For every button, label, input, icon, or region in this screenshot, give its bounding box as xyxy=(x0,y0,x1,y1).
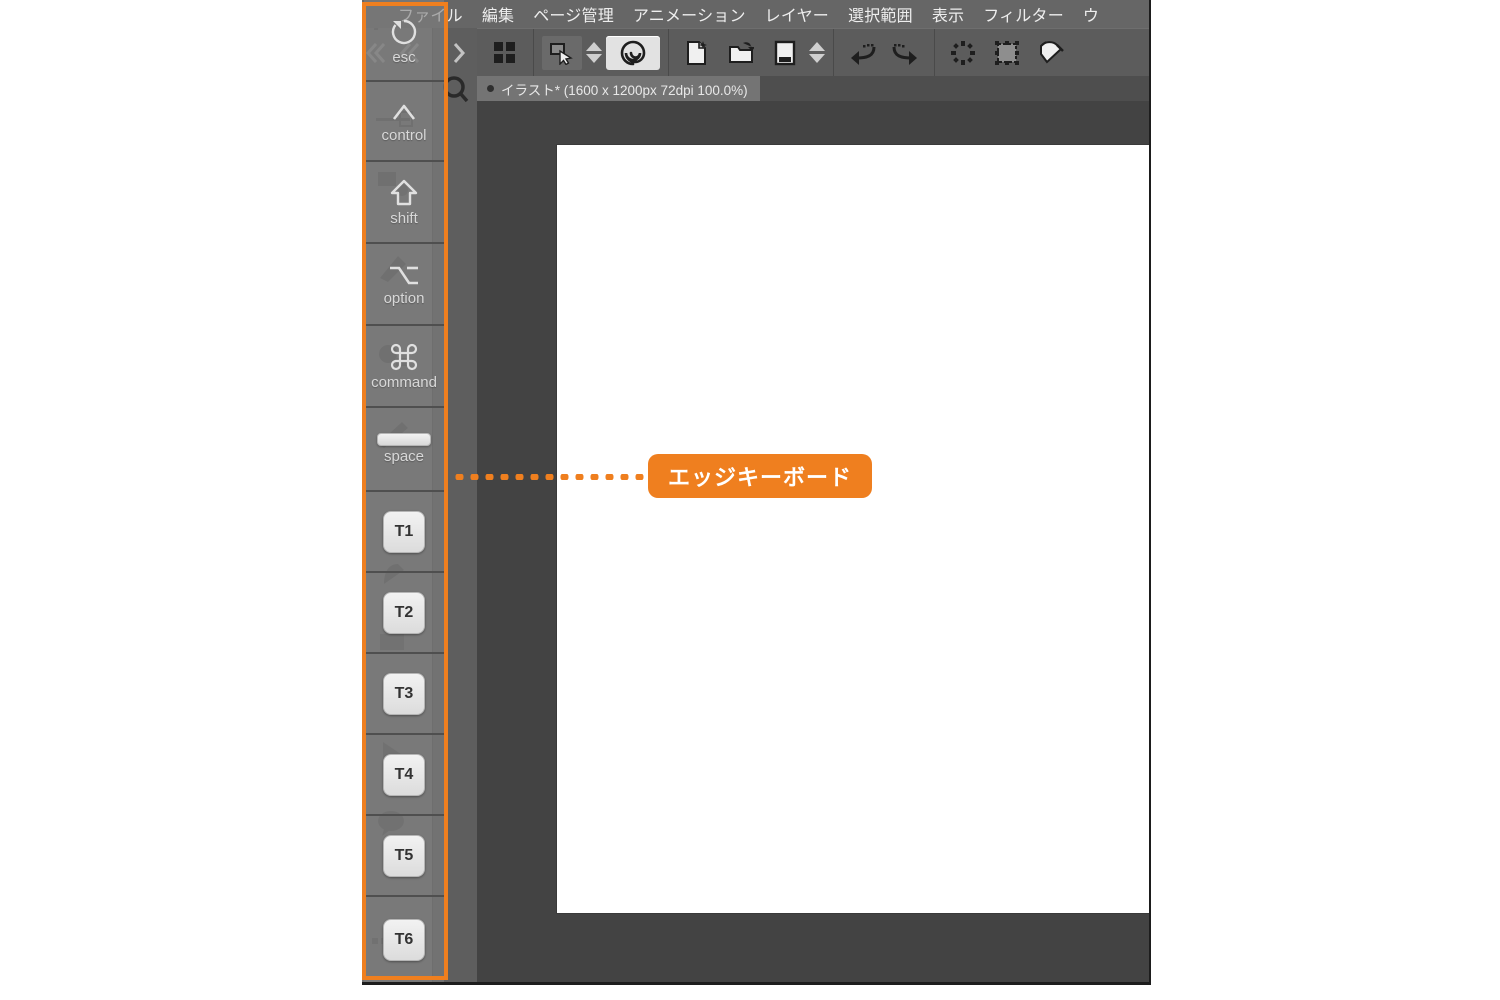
save-icon[interactable] xyxy=(765,36,805,70)
menu-selection[interactable]: 選択範囲 xyxy=(848,2,913,26)
edge-key-shift-label: shift xyxy=(390,209,418,227)
document-modified-dot xyxy=(487,85,494,92)
edge-key-space-label: space xyxy=(383,448,425,465)
edge-key-t3[interactable]: T3 xyxy=(364,654,444,735)
menu-bar: ファイル 編集 ページ管理 アニメーション レイヤー 選択範囲 表示 フィルター… xyxy=(362,0,1149,28)
spacebar-glyph xyxy=(377,433,431,446)
fill-bucket-icon[interactable] xyxy=(1031,36,1071,70)
document-tab-title: イラスト* (1600 x 1200px 72dpi 100.0%) xyxy=(501,82,748,98)
stepper-down-arrow[interactable] xyxy=(586,54,602,63)
edge-key-space[interactable]: space xyxy=(364,408,444,492)
search-magnifier-icon[interactable] xyxy=(441,74,471,104)
edge-key-t1[interactable]: T1 xyxy=(364,492,444,573)
toolbar-group-file xyxy=(669,28,834,77)
edge-key-command-label: command xyxy=(371,373,437,391)
menu-edit[interactable]: 編集 xyxy=(482,2,514,26)
callout-badge: エッジキーボード xyxy=(648,454,873,498)
edge-key-option[interactable]: option xyxy=(364,244,444,326)
edge-key-control[interactable]: control xyxy=(364,82,444,162)
chevron-up-icon xyxy=(388,99,420,125)
spinner-stepper[interactable] xyxy=(584,36,604,70)
command-icon xyxy=(389,342,419,372)
deselect-icon[interactable] xyxy=(943,36,983,70)
document-tab-bar: イラスト* (1600 x 1200px 72dpi 100.0%) xyxy=(477,76,1149,101)
edge-key-t2-cap: T2 xyxy=(383,591,425,634)
panel-expand-arrow-icon[interactable] xyxy=(448,40,470,66)
edge-key-t6-cap: T6 xyxy=(383,919,425,961)
edge-key-esc[interactable]: esc xyxy=(364,2,444,82)
toolbar-group-view xyxy=(477,28,534,77)
canvas-workspace[interactable] xyxy=(477,101,1149,982)
new-document-icon[interactable] xyxy=(677,36,717,70)
toolbar-group-selection xyxy=(935,29,1079,77)
brush-swirl-icon[interactable] xyxy=(606,35,660,70)
grid-view-icon[interactable] xyxy=(485,36,525,70)
edge-key-command[interactable]: command xyxy=(364,326,444,408)
callout-leader-line xyxy=(452,474,648,480)
menu-page-manage[interactable]: ページ管理 xyxy=(533,2,614,26)
edge-key-t2[interactable]: T2 xyxy=(364,573,444,654)
edge-key-shift[interactable]: shift xyxy=(364,162,444,244)
edge-key-t4[interactable]: T4 xyxy=(364,735,444,816)
edge-key-option-label: option xyxy=(383,289,425,307)
edge-key-esc-label: esc xyxy=(392,48,416,66)
edge-key-t1-cap: T1 xyxy=(383,510,425,553)
toolbar-group-history xyxy=(834,28,935,77)
esc-rotate-icon xyxy=(389,17,419,47)
option-icon xyxy=(388,262,420,288)
menu-view[interactable]: 表示 xyxy=(932,2,964,26)
callout-label: エッジキーボード xyxy=(668,465,853,490)
document-tab[interactable]: イラスト* (1600 x 1200px 72dpi 100.0%) xyxy=(477,76,760,101)
page-root: ファイル 編集 ページ管理 アニメーション レイヤー 選択範囲 表示 フィルター… xyxy=(0,0,1500,1000)
undo-icon[interactable] xyxy=(842,36,882,70)
transform-selection-icon[interactable] xyxy=(987,36,1027,70)
page-stepper-up-arrow[interactable] xyxy=(809,42,825,51)
menu-layer[interactable]: レイヤー xyxy=(765,2,829,26)
page-stepper[interactable] xyxy=(807,36,827,70)
quick-access-icon[interactable] xyxy=(542,35,582,70)
page-stepper-down-arrow[interactable] xyxy=(809,54,825,63)
stepper-up-arrow[interactable] xyxy=(586,42,602,51)
canvas-sheet[interactable] xyxy=(557,145,1149,913)
edge-key-t5[interactable]: T5 xyxy=(364,816,444,897)
edge-key-t5-cap: T5 xyxy=(383,834,425,877)
menu-filter[interactable]: フィルター xyxy=(983,2,1064,26)
redo-icon[interactable] xyxy=(886,36,926,70)
edge-key-control-label: control xyxy=(381,126,427,144)
menu-animation[interactable]: アニメーション xyxy=(633,2,746,26)
command-bar xyxy=(477,28,1149,77)
toolbar-group-quickaccess xyxy=(534,28,669,77)
open-folder-icon[interactable] xyxy=(721,36,761,70)
shift-arrow-icon xyxy=(389,178,419,208)
edge-key-t4-cap: T4 xyxy=(383,753,425,796)
menu-window[interactable]: ウ xyxy=(1083,2,1099,26)
edge-key-t3-cap: T3 xyxy=(383,672,425,715)
edge-key-t6[interactable]: T6 xyxy=(364,897,444,982)
edge-keyboard-overlay[interactable]: esc control shift option command space T… xyxy=(364,0,444,982)
